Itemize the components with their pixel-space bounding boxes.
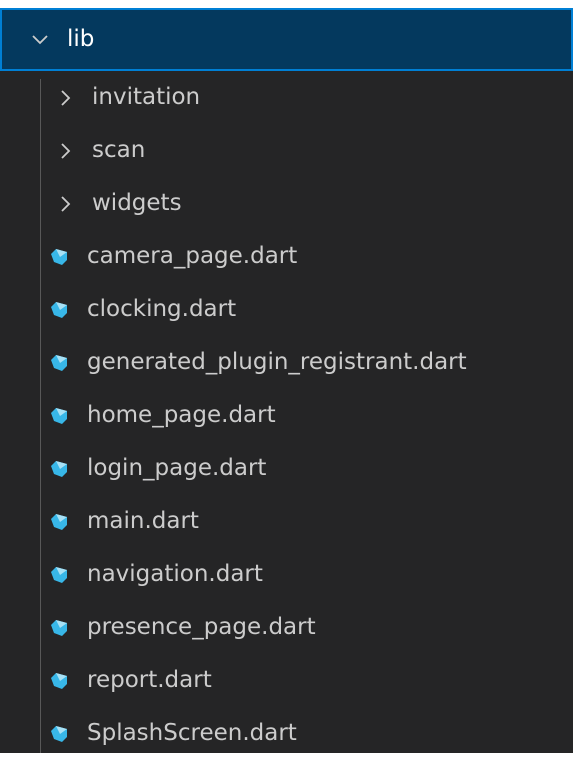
folder-label: scan — [92, 137, 146, 163]
dart-file-icon — [47, 722, 71, 746]
dart-file-icon — [47, 510, 71, 534]
file-label: home_page.dart — [87, 402, 276, 428]
folder-lib[interactable]: lib — [0, 8, 573, 71]
file-main[interactable]: main.dart — [0, 495, 573, 548]
file-label: generated_plugin_registrant.dart — [87, 349, 467, 375]
chevron-right-icon — [55, 193, 77, 215]
dart-file-icon — [47, 563, 71, 587]
file-label: clocking.dart — [87, 296, 237, 322]
chevron-right-icon — [55, 140, 77, 162]
dart-file-icon — [47, 616, 71, 640]
dart-file-icon — [47, 298, 71, 322]
folder-label: lib — [67, 26, 95, 52]
chevron-right-icon — [55, 87, 77, 109]
file-splash-screen[interactable]: SplashScreen.dart — [0, 707, 573, 760]
file-label: camera_page.dart — [87, 243, 298, 269]
file-camera-page[interactable]: camera_page.dart — [0, 230, 573, 283]
folder-widgets[interactable]: widgets — [0, 177, 573, 230]
dart-file-icon — [47, 669, 71, 693]
file-generated-plugin-registrant[interactable]: generated_plugin_registrant.dart — [0, 336, 573, 389]
folder-label: widgets — [92, 190, 182, 216]
file-label: navigation.dart — [87, 561, 263, 587]
folder-scan[interactable]: scan — [0, 124, 573, 177]
file-navigation[interactable]: navigation.dart — [0, 548, 573, 601]
dart-file-icon — [47, 404, 71, 428]
file-report[interactable]: report.dart — [0, 654, 573, 707]
file-label: presence_page.dart — [87, 614, 316, 640]
dart-file-icon — [47, 245, 71, 269]
file-explorer-panel: lib invitation scan widgets camera_page. — [0, 8, 573, 753]
folder-label: invitation — [92, 84, 201, 110]
folder-invitation[interactable]: invitation — [0, 71, 573, 124]
file-login-page[interactable]: login_page.dart — [0, 442, 573, 495]
file-label: report.dart — [87, 667, 212, 693]
file-presence-page[interactable]: presence_page.dart — [0, 601, 573, 654]
file-label: main.dart — [87, 508, 199, 534]
file-label: login_page.dart — [87, 455, 267, 481]
file-tree: lib invitation scan widgets camera_page. — [0, 8, 573, 760]
dart-file-icon — [47, 457, 71, 481]
dart-file-icon — [47, 351, 71, 375]
chevron-down-icon — [29, 29, 51, 51]
file-home-page[interactable]: home_page.dart — [0, 389, 573, 442]
file-label: SplashScreen.dart — [87, 720, 297, 746]
file-clocking[interactable]: clocking.dart — [0, 283, 573, 336]
